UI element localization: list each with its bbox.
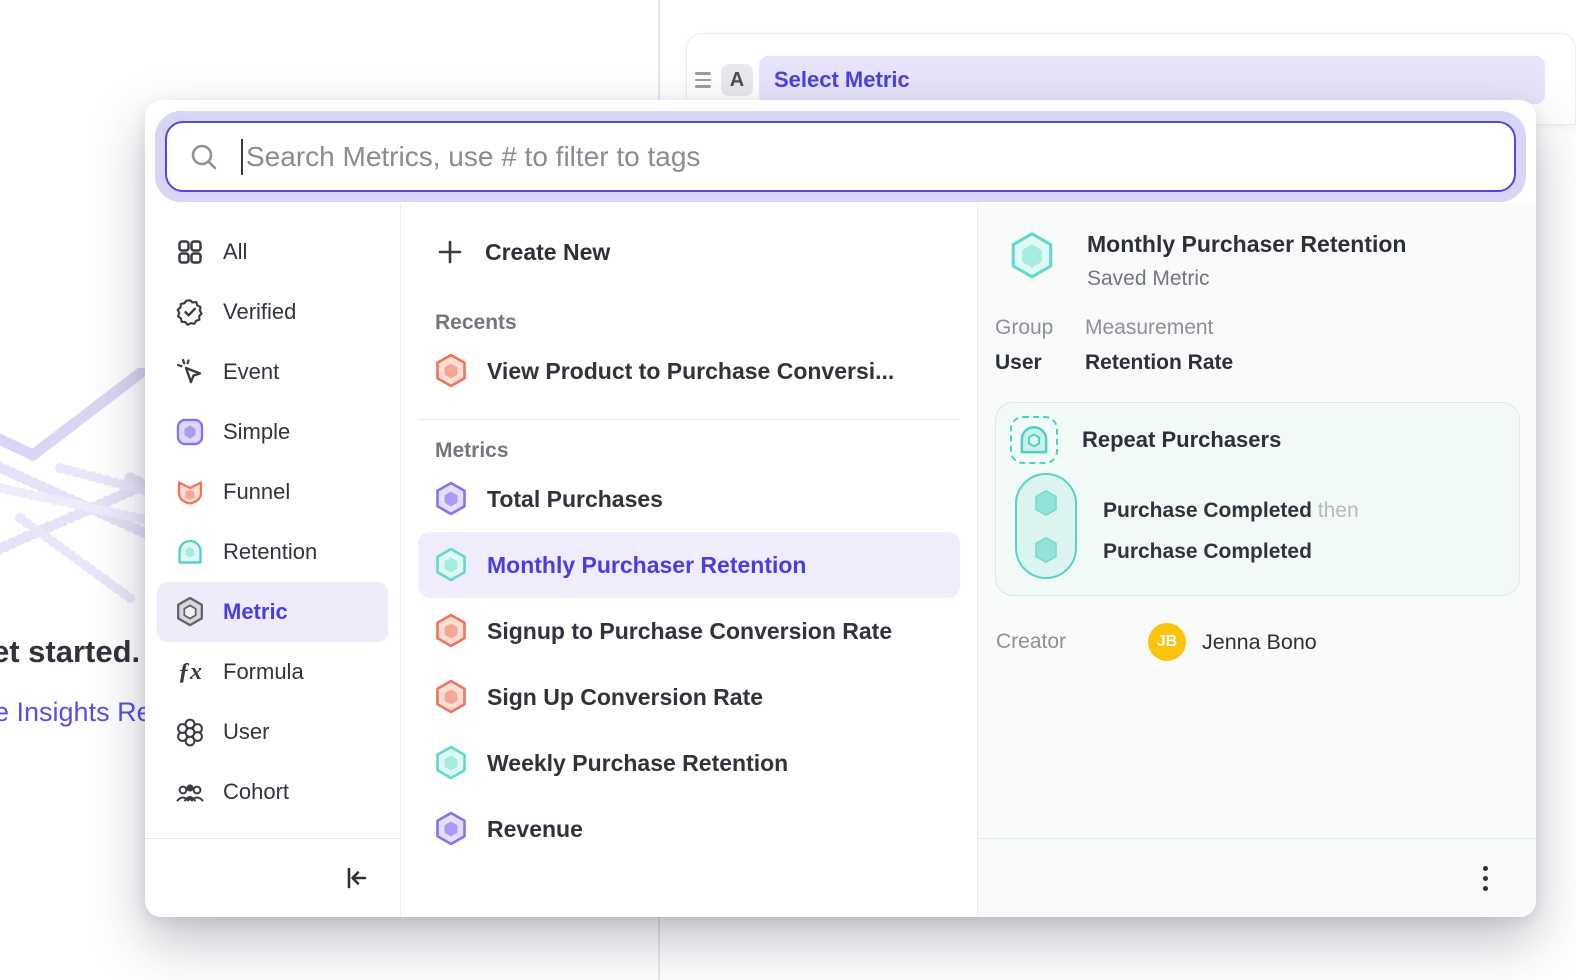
sidebar-item-funnel[interactable]: Funnel <box>157 462 388 522</box>
select-metric-button[interactable]: Select Metric <box>759 56 1545 104</box>
group-label: Group <box>995 316 1085 340</box>
metric-item-total-purchases[interactable]: Total Purchases <box>418 466 960 532</box>
search-icon <box>189 142 219 172</box>
event-cursor-icon <box>175 357 205 387</box>
group-value: User <box>995 351 1085 375</box>
sidebar-footer <box>145 838 400 917</box>
metric-item-signup-to-purchase-conversion-rate[interactable]: Signup to Purchase Conversion Rate <box>418 598 960 664</box>
event-sequence-capsule <box>1015 473 1077 579</box>
background-heading-cut: et started. <box>0 634 162 670</box>
definition-card: Repeat Purchasers <box>995 402 1520 596</box>
detail-title: Monthly Purchaser Retention <box>1087 229 1406 259</box>
creator-label: Creator <box>996 630 1148 654</box>
simple-metric-hexagon-icon <box>435 811 467 847</box>
event-hexagon-icon <box>1032 534 1060 566</box>
metric-item-revenue[interactable]: Revenue <box>418 796 960 862</box>
sidebar-item-retention[interactable]: Retention <box>157 522 388 582</box>
retention-metric-hexagon-icon <box>435 745 467 781</box>
plus-icon <box>435 237 465 267</box>
measurement-value: Retention Rate <box>1085 351 1233 375</box>
search-field-container[interactable] <box>165 121 1516 192</box>
filter-sidebar: All Verified <box>145 203 401 917</box>
metric-detail-panel: Monthly Purchaser Retention Saved Metric… <box>978 203 1536 917</box>
sidebar-item-simple[interactable]: Simple <box>157 402 388 462</box>
metric-hexagon-icon <box>175 597 205 627</box>
sidebar-item-event[interactable]: Event <box>157 342 388 402</box>
retention-metric-hexagon-icon <box>435 547 467 583</box>
metric-item-weekly-purchase-retention[interactable]: Weekly Purchase Retention <box>418 730 960 796</box>
retention-icon <box>175 537 205 567</box>
funnel-metric-hexagon-icon <box>435 353 467 389</box>
background-link-cut[interactable]: e Insights Re <box>0 697 164 728</box>
sidebar-item-formula[interactable]: ƒx Formula <box>157 642 388 702</box>
metric-list-column: Create New Recents View Product to Purch… <box>401 203 978 917</box>
create-new-button[interactable]: Create New <box>418 222 960 282</box>
detail-subtitle: Saved Metric <box>1087 267 1406 291</box>
detail-footer <box>978 838 1536 917</box>
grid-icon <box>175 237 205 267</box>
collapse-sidebar-button[interactable] <box>338 860 374 896</box>
metric-row-badge: A <box>721 64 753 96</box>
simple-metric-hexagon-icon <box>435 481 467 517</box>
definition-name: Repeat Purchasers <box>1082 427 1281 453</box>
measurement-label: Measurement <box>1085 316 1233 340</box>
retention-definition-icon <box>1010 416 1058 464</box>
search-bar <box>155 111 1526 202</box>
metric-item-sign-up-conversion-rate[interactable]: Sign Up Conversion Rate <box>418 664 960 730</box>
sidebar-item-user[interactable]: User <box>157 702 388 762</box>
metric-picker-modal: All Verified <box>145 100 1536 917</box>
search-input[interactable] <box>246 141 1492 173</box>
text-cursor <box>241 139 243 175</box>
recent-item-view-product-to-purchase[interactable]: View Product to Purchase Conversi... <box>418 338 960 404</box>
funnel-metric-hexagon-icon <box>435 613 467 649</box>
funnel-icon <box>175 477 205 507</box>
formula-fx-icon: ƒx <box>175 657 205 687</box>
metric-detail-hexagon-icon <box>1009 231 1055 277</box>
sidebar-item-metric[interactable]: Metric <box>157 582 388 642</box>
funnel-metric-hexagon-icon <box>435 679 467 715</box>
creator-avatar: JB <box>1148 623 1186 661</box>
metrics-section-label: Metrics <box>418 436 960 466</box>
more-options-button[interactable] <box>1477 860 1494 897</box>
user-cluster-icon <box>175 717 205 747</box>
sidebar-item-cohort[interactable]: Cohort <box>157 762 388 822</box>
verified-badge-icon <box>175 297 205 327</box>
definition-step-1: Purchase Completed then <box>1103 490 1359 531</box>
metric-item-monthly-purchaser-retention[interactable]: Monthly Purchaser Retention <box>418 532 960 598</box>
sidebar-item-verified[interactable]: Verified <box>157 282 388 342</box>
section-divider <box>418 419 960 420</box>
sidebar-item-all[interactable]: All <box>157 222 388 282</box>
event-hexagon-icon <box>1032 487 1060 519</box>
drag-handle-icon[interactable] <box>695 72 711 88</box>
cohort-people-icon <box>175 777 205 807</box>
collapse-left-icon <box>341 863 371 893</box>
select-metric-label: Select Metric <box>774 67 910 93</box>
definition-step-2: Purchase Completed <box>1103 531 1359 572</box>
recents-section-label: Recents <box>418 308 960 338</box>
screen: et started. e Insights Re A Select Metri… <box>0 0 1576 980</box>
simple-metric-icon <box>175 417 205 447</box>
creator-name: Jenna Bono <box>1202 630 1317 655</box>
